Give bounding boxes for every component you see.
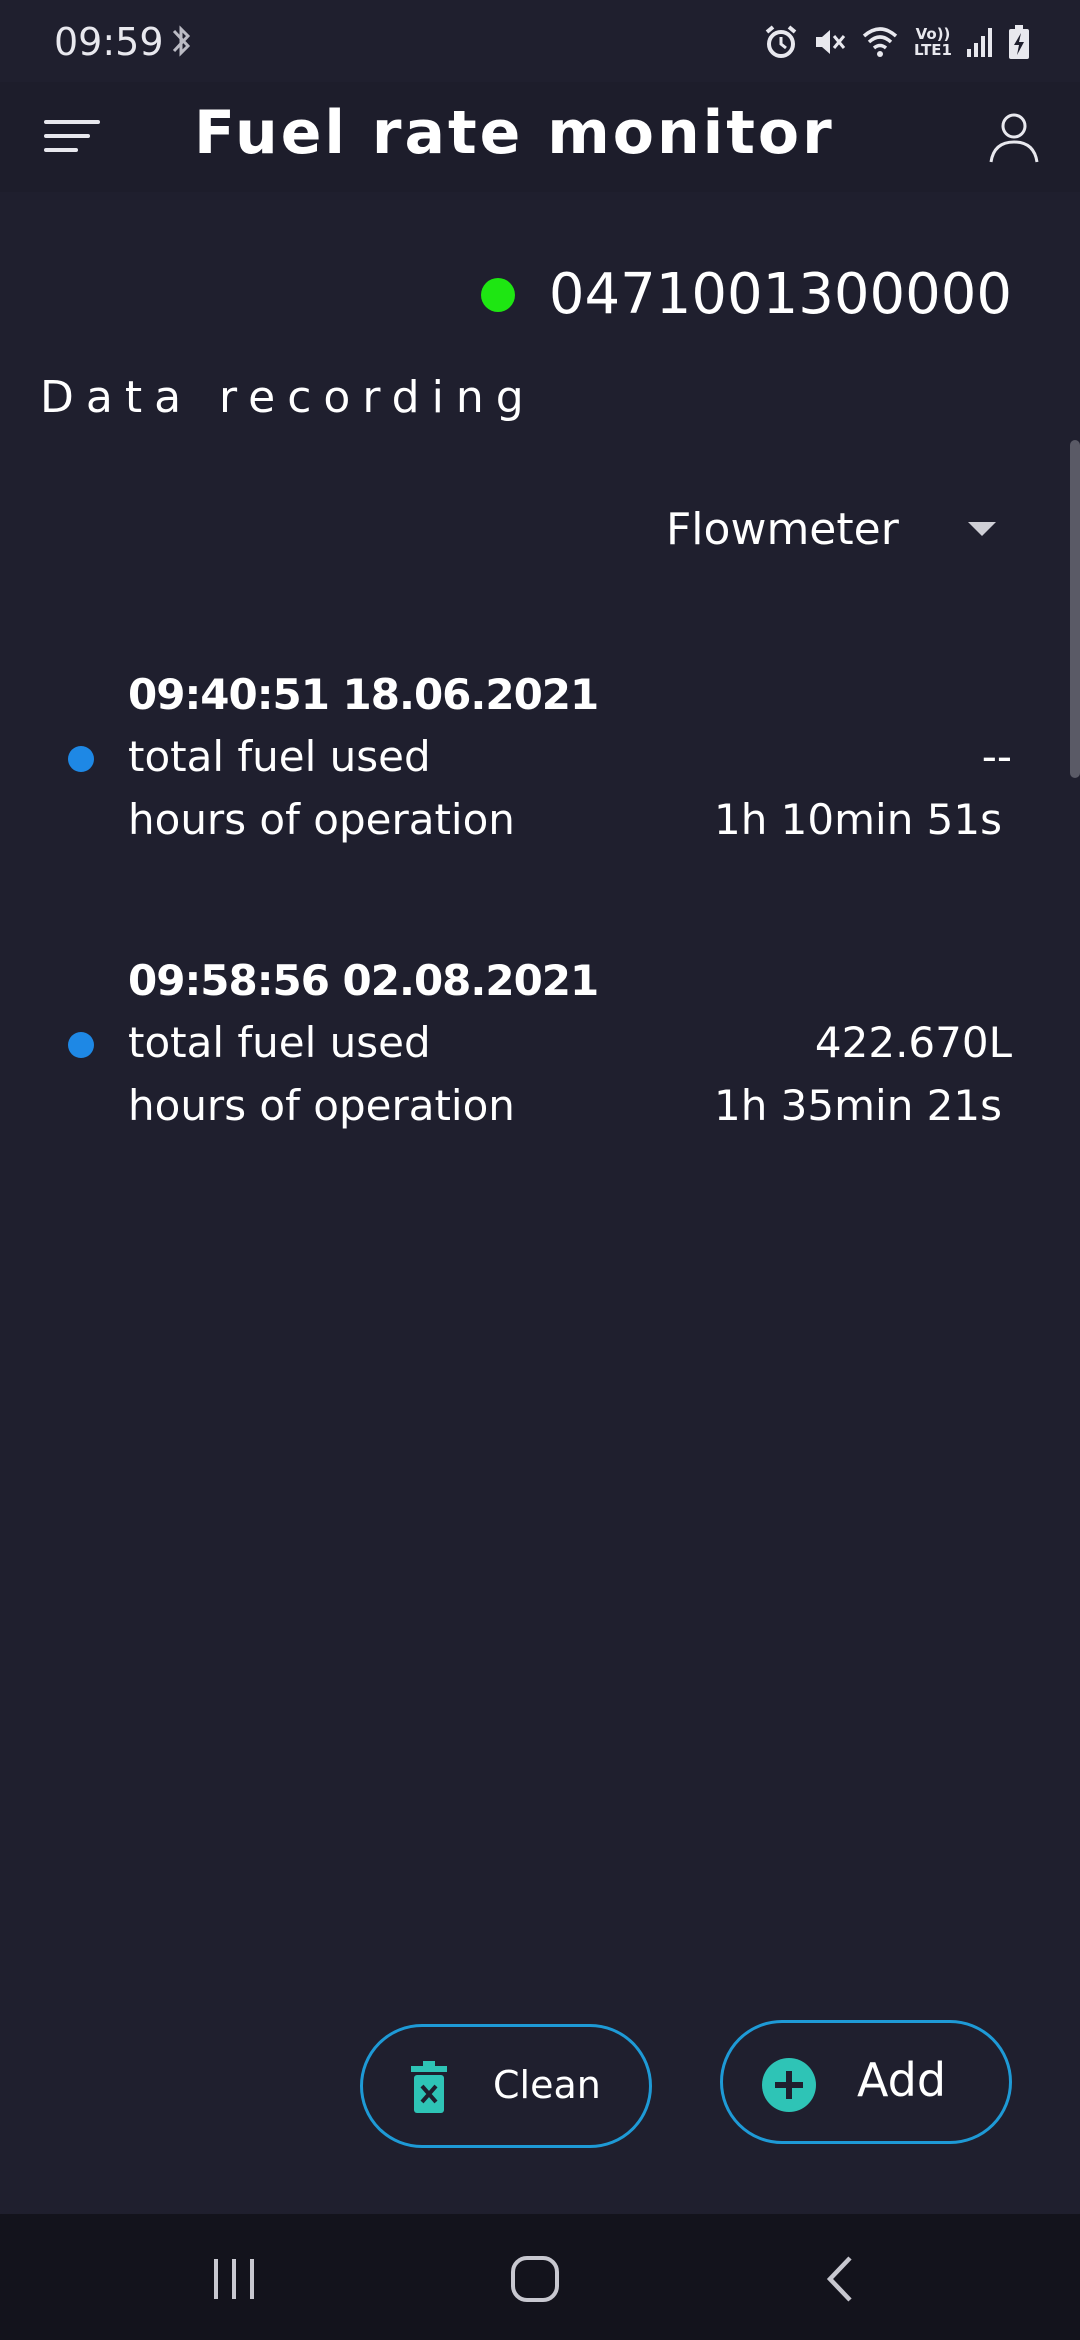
connection-status-dot <box>480 277 515 312</box>
status-icons: Vo)) LTE1 <box>764 22 1030 62</box>
volte-icon: Vo)) LTE1 <box>914 26 952 58</box>
hours-value: 1h 10min 51s <box>713 795 1002 844</box>
clean-button-label: Clean <box>493 2063 601 2107</box>
hours-label: hours of operation <box>128 795 515 844</box>
clean-button[interactable]: Clean <box>360 2024 652 2148</box>
page-title: Fuel rate monitor <box>194 98 835 168</box>
device-id: 0471001300000 <box>548 262 1012 327</box>
alarm-icon <box>765 25 797 58</box>
record-bullet <box>68 746 94 772</box>
wifi-icon <box>862 27 898 57</box>
record-timestamp: 09:40:51 18.06.2021 <box>128 670 599 719</box>
record-timestamp: 09:58:56 02.08.2021 <box>128 956 599 1005</box>
system-nav-bar <box>0 2214 1080 2340</box>
app-bar: Fuel rate monitor <box>0 82 1080 192</box>
signal-icon <box>967 28 992 57</box>
fuel-label: total fuel used <box>128 732 431 781</box>
add-button-label: Add <box>857 2053 947 2107</box>
plus-circle-icon <box>762 2058 816 2112</box>
hours-label: hours of operation <box>128 1081 515 1130</box>
record-item[interactable]: 09:58:56 02.08.2021 total fuel used 422.… <box>0 956 1080 1156</box>
dropdown-selected-value: Flowmeter <box>666 504 899 555</box>
hours-value: 1h 35min 21s <box>713 1081 1002 1130</box>
back-icon[interactable] <box>822 2252 858 2306</box>
account-icon[interactable] <box>986 108 1042 164</box>
device-row: 0471001300000 <box>480 262 1012 327</box>
fuel-value: 422.670L <box>814 1018 1012 1067</box>
home-icon[interactable] <box>510 2252 560 2306</box>
fuel-label: total fuel used <box>128 1018 431 1067</box>
mute-icon <box>816 30 846 54</box>
recent-apps-icon[interactable] <box>210 2252 258 2306</box>
dropdown-arrow-icon <box>968 522 996 536</box>
trash-icon <box>411 2061 447 2113</box>
battery-icon <box>1009 25 1029 59</box>
menu-icon[interactable] <box>40 112 102 162</box>
sensor-dropdown[interactable]: Flowmeter <box>650 498 1030 568</box>
volte-line1: Vo)) <box>915 25 951 43</box>
section-title: Data recording <box>40 372 536 423</box>
status-bar: 09:59 Vo)) LTE1 <box>0 0 1080 82</box>
record-bullet <box>68 1032 94 1058</box>
screen: 09:59 Vo)) LTE1 Fuel rate monitor 047100… <box>0 0 1080 2340</box>
add-button[interactable]: Add <box>720 2020 1012 2144</box>
volte-line2: LTE1 <box>914 41 952 59</box>
status-time: 09:59 <box>54 20 164 64</box>
bluetooth-icon <box>172 25 191 57</box>
record-item[interactable]: 09:40:51 18.06.2021 total fuel used -- h… <box>0 670 1080 870</box>
fuel-value: -- <box>981 732 1012 781</box>
scrollbar[interactable] <box>1070 440 1080 778</box>
